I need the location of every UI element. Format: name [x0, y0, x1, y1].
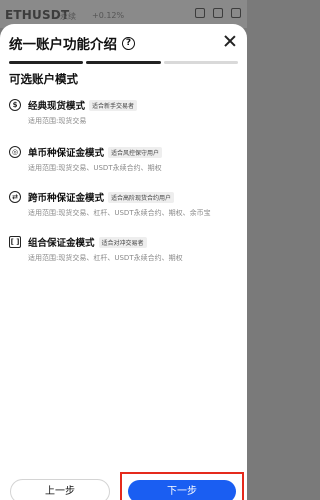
- price-change: +0.12%: [92, 11, 125, 20]
- mode-item-multi-margin: ⇄ 跨币种保证金模式 适合高阶现货合约用户 适用范围:现货交易、杠杆、USDT永…: [9, 190, 241, 218]
- chart-icon: [195, 8, 205, 18]
- mode-desc: 适用范围:现货交易: [28, 117, 87, 125]
- mode-name: 经典现货模式: [28, 101, 86, 112]
- mode-tag: 适合新手交易者: [89, 99, 138, 111]
- contract-type: 永续: [60, 12, 76, 21]
- mode-name: 单币种保证金模式: [28, 148, 105, 159]
- mode-name: 组合保证金模式: [28, 238, 95, 249]
- sheet-footer: 上一步 下一步: [0, 472, 247, 500]
- sheet-header: 统一账户功能介绍 ?: [9, 30, 135, 56]
- settings-icon: [213, 8, 223, 18]
- progress-step-2: [86, 61, 161, 64]
- mode-tag: 适合风控保守用户: [108, 146, 163, 158]
- sheet-title: 统一账户功能介绍: [9, 37, 117, 53]
- prev-step-button[interactable]: 上一步: [10, 479, 110, 500]
- more-icon: [231, 8, 241, 18]
- mode-name: 跨币种保证金模式: [28, 193, 105, 204]
- portfolio-margin-icon: [ ]: [9, 236, 21, 248]
- help-icon[interactable]: ?: [122, 36, 135, 50]
- single-margin-icon: ◎: [9, 146, 21, 158]
- header-icons: [195, 8, 241, 18]
- mode-desc: 适用范围:现货交易、杠杆、USDT永续合约、期权: [28, 254, 183, 262]
- mode-tag: 适合对冲交易者: [98, 236, 147, 248]
- close-icon[interactable]: [223, 34, 237, 48]
- progress-step-3: [163, 61, 238, 64]
- mode-desc: 适用范围:现货交易、USDT永续合约、期权: [28, 164, 162, 172]
- next-step-highlight: 下一步: [120, 472, 244, 500]
- multi-margin-icon: ⇄: [9, 191, 21, 203]
- mode-tag: 适合高阶现货合约用户: [108, 191, 175, 203]
- section-title: 可选账户模式: [9, 72, 78, 86]
- mode-item-classic-spot: $ 经典现货模式 适合新手交易者 适用范围:现货交易: [9, 98, 241, 126]
- step-progress: [9, 61, 238, 64]
- account-intro-sheet: 统一账户功能介绍 ? 可选账户模式 $ 经典现货模式 适合新手交易者 适用范围:…: [0, 24, 247, 500]
- mode-item-single-margin: ◎ 单币种保证金模式 适合风控保守用户 适用范围:现货交易、USDT永续合约、期…: [9, 145, 241, 173]
- mode-item-portfolio-margin: [ ] 组合保证金模式 适合对冲交易者 适用范围:现货交易、杠杆、USDT永续合…: [9, 235, 241, 263]
- mode-desc: 适用范围:现货交易、杠杆、USDT永续合约、期权、余币宝: [28, 209, 211, 217]
- progress-step-1: [9, 61, 84, 64]
- next-step-button[interactable]: 下一步: [128, 480, 236, 500]
- classic-spot-icon: $: [9, 99, 21, 111]
